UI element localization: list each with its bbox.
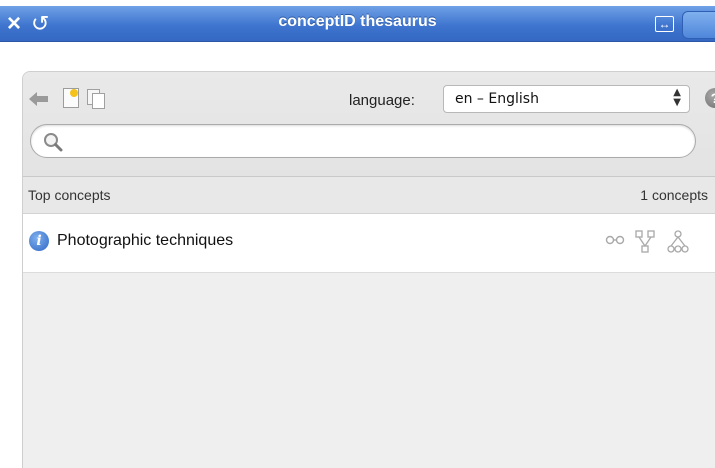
narrower-icon[interactable] — [635, 230, 655, 254]
language-value: en – English — [455, 91, 539, 107]
toolbar: language: en – English ▲▼ ? — [23, 72, 715, 177]
list-header: Top concepts 1 concepts — [23, 177, 715, 214]
language-label: language: — [349, 92, 415, 109]
window-title: conceptID thesaurus — [278, 13, 437, 30]
info-icon[interactable]: i — [29, 231, 49, 251]
copy-icon[interactable] — [87, 89, 105, 109]
title-bar: × ↺ conceptID thesaurus ↔ — [0, 0, 715, 42]
concept-label[interactable]: Photographic techniques — [57, 232, 233, 250]
window-tab[interactable] — [682, 11, 715, 39]
list-item[interactable]: i Photographic techniques — [23, 214, 715, 273]
select-arrows-icon: ▲ ▼ — [673, 87, 681, 108]
search-icon — [44, 133, 63, 152]
top-concepts-label: Top concepts — [28, 187, 111, 203]
app-window: × ↺ conceptID thesaurus ↔ language: en –… — [0, 0, 715, 468]
back-arrow-icon[interactable] — [29, 92, 49, 106]
search-field[interactable] — [30, 124, 696, 158]
language-select[interactable]: en – English ▲ ▼ — [443, 85, 690, 113]
link-icon[interactable] — [605, 230, 625, 250]
new-document-icon[interactable] — [63, 88, 79, 108]
help-icon[interactable]: ? — [705, 88, 715, 108]
expand-icon[interactable]: ↔ — [655, 16, 674, 32]
hierarchy-icon[interactable] — [667, 230, 689, 254]
search-input[interactable] — [71, 131, 685, 153]
thesaurus-panel: language: en – English ▲▼ ? Top concepts… — [22, 71, 715, 468]
concept-count: 1 concepts — [640, 187, 708, 203]
